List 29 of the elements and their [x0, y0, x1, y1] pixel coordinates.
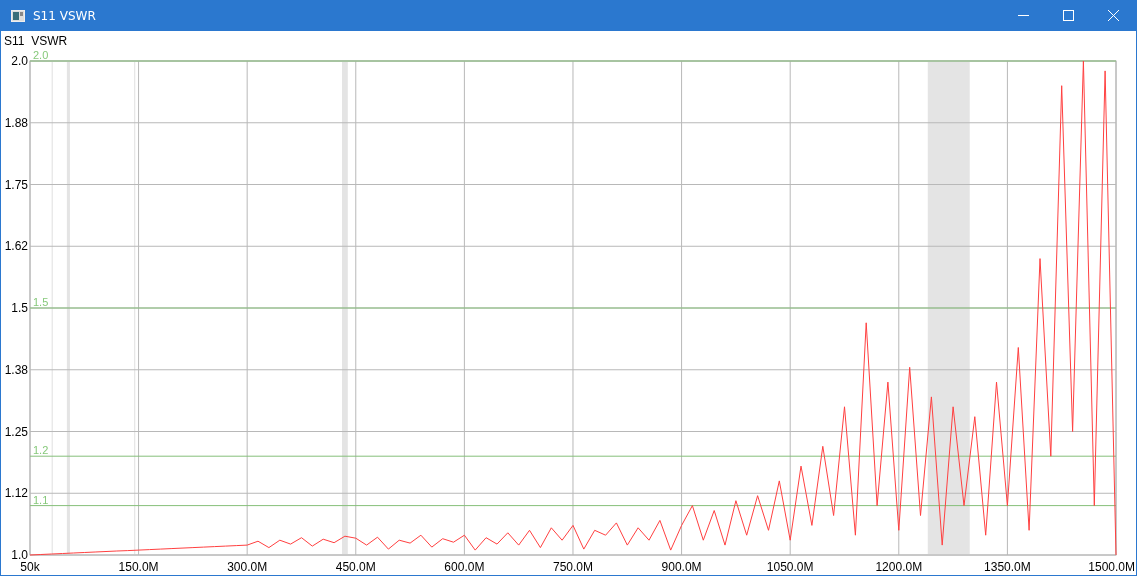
y-axis-label: 1.88	[4, 115, 28, 130]
reference-label: 1.1	[33, 493, 49, 506]
window-title: S11 VSWR	[33, 8, 97, 23]
x-axis-label: 150.0M	[118, 560, 159, 574]
x-axis-label: 450.0M	[335, 560, 376, 574]
y-axis-label: 1.0	[11, 548, 28, 562]
reference-label: 2.0	[33, 49, 49, 61]
x-axis-label: 50k	[20, 560, 40, 574]
x-axis-label: 900.0M	[661, 560, 702, 574]
x-axis-label: 750.0M	[552, 560, 593, 574]
y-axis-label: 1.38	[4, 362, 28, 377]
y-axis-label: 1.12	[4, 486, 28, 501]
close-icon	[1108, 10, 1119, 21]
reference-label: 1.2	[33, 444, 49, 457]
x-axis-label: 1200.0M	[875, 560, 923, 574]
x-axis-label: 300.0M	[227, 560, 268, 574]
x-axis-label: 600.0M	[444, 560, 485, 574]
app-icon	[11, 9, 25, 22]
y-axis-label: 1.5	[11, 301, 28, 315]
y-axis-label: 1.62	[4, 239, 28, 254]
y-axis-label: 1.75	[4, 177, 28, 192]
chart-title: S11 VSWR	[4, 34, 68, 48]
x-axis-label: 1050.0M	[766, 560, 814, 574]
y-axis-label: 2.0	[11, 54, 28, 68]
x-axis-label: 1350.0M	[984, 560, 1031, 574]
x-axis-label: 1500.0M	[1088, 560, 1135, 574]
maximize-icon	[1063, 10, 1074, 21]
reference-label: 1.5	[33, 296, 49, 308]
y-axis-label: 1.25	[4, 424, 28, 439]
